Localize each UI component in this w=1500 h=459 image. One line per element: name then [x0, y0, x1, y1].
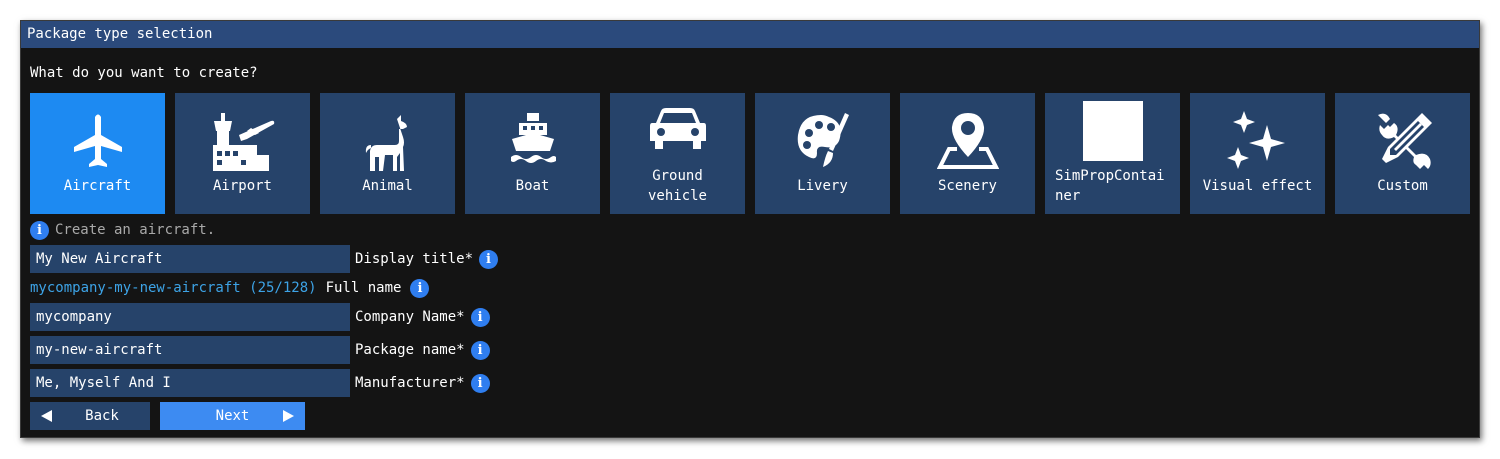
next-button[interactable]: Next — [160, 402, 305, 430]
display-title-row: My New Aircraft Display title* i — [30, 245, 499, 273]
info-icon[interactable]: i — [470, 340, 490, 360]
info-icon[interactable]: i — [470, 373, 490, 393]
airport-icon — [175, 111, 310, 173]
tile-ground-vehicle[interactable]: Ground vehicle — [610, 93, 745, 214]
tile-aircraft[interactable]: Aircraft — [30, 93, 165, 214]
package-name-label: Package name* — [355, 342, 465, 358]
palette-icon — [755, 111, 890, 173]
tile-boat[interactable]: Boat — [465, 93, 600, 214]
full-name-row: mycompany-my-new-aircraft (25/128) Full … — [30, 274, 430, 302]
package-name-row: my-new-aircraft Package name* i — [30, 336, 490, 364]
tile-airport[interactable]: Airport — [175, 93, 310, 214]
company-name-label: Company Name* — [355, 309, 465, 325]
tile-label: Animal — [362, 178, 413, 194]
company-name-input[interactable]: mycompany — [30, 303, 350, 331]
map-pin-icon — [900, 111, 1035, 173]
tile-livery[interactable]: Livery — [755, 93, 890, 214]
tile-animal[interactable]: Animal — [320, 93, 455, 214]
company-name-row: mycompany Company Name* i — [30, 303, 490, 331]
package-name-input[interactable]: my-new-aircraft — [30, 336, 350, 364]
info-icon[interactable]: i — [470, 307, 490, 327]
info-icon[interactable]: i — [479, 249, 499, 269]
dialog-title: Package type selection — [21, 21, 1479, 48]
info-icon[interactable]: i — [410, 278, 430, 298]
description-text: Create an aircraft. — [55, 222, 216, 238]
display-title-input[interactable]: My New Aircraft — [30, 245, 350, 273]
manufacturer-row: Me, Myself And I Manufacturer* i — [30, 369, 490, 397]
info-icon[interactable]: i — [30, 220, 49, 240]
ship-icon — [465, 111, 600, 173]
blank-square-icon — [1045, 101, 1180, 163]
manufacturer-label: Manufacturer* — [355, 375, 465, 391]
car-icon — [610, 107, 745, 169]
tile-label: Scenery — [937, 178, 997, 194]
llama-icon — [320, 111, 455, 173]
sparkles-icon — [1190, 111, 1325, 173]
tile-label: Ground vehicle — [647, 168, 707, 204]
tile-label: SimPropContai ner — [1055, 168, 1165, 204]
tile-scenery[interactable]: Scenery — [900, 93, 1035, 214]
tile-label: Airport — [212, 178, 272, 194]
full-name-label: Full name — [325, 280, 402, 296]
arrow-right-icon — [283, 410, 294, 422]
airplane-icon — [30, 111, 165, 173]
tools-icon — [1335, 111, 1470, 173]
back-button[interactable]: Back — [30, 402, 150, 430]
tile-label: Custom — [1377, 178, 1428, 194]
package-description: i Create an aircraft. — [30, 220, 215, 240]
tile-label: Boat — [515, 178, 550, 194]
tile-simpropcontainer[interactable]: SimPropContai ner — [1045, 93, 1180, 214]
tile-custom[interactable]: Custom — [1335, 93, 1470, 214]
tile-visual-effect[interactable]: Visual effect — [1190, 93, 1325, 214]
tile-label: Visual effect — [1202, 178, 1313, 194]
back-button-label: Back — [85, 408, 119, 424]
manufacturer-input[interactable]: Me, Myself And I — [30, 369, 350, 397]
package-type-dialog: Package type selection What do you want … — [20, 20, 1480, 438]
tile-label: Livery — [797, 178, 848, 194]
tile-label: Aircraft — [63, 178, 132, 194]
full-name-value: mycompany-my-new-aircraft (25/128) — [30, 280, 317, 296]
display-title-label: Display title* — [355, 251, 474, 267]
question-label: What do you want to create? — [30, 65, 258, 81]
